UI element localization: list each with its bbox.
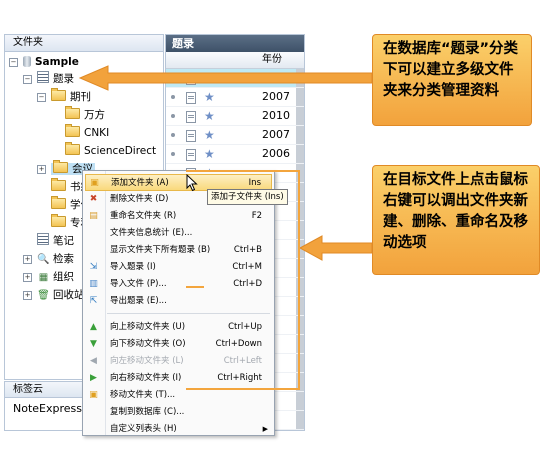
arrow-top	[78, 65, 373, 91]
bracket-tick	[186, 286, 204, 288]
menu-bracket	[186, 170, 300, 390]
callout-top: 在数据库“题录”分类下可以建立多级文件夹来分类管理资料	[372, 34, 532, 126]
arrow-bottom	[298, 235, 373, 261]
callout-bottom: 在目标文件上点击鼠标右键可以调出文件夹新建、删除、重命名及移动选项	[372, 165, 540, 275]
